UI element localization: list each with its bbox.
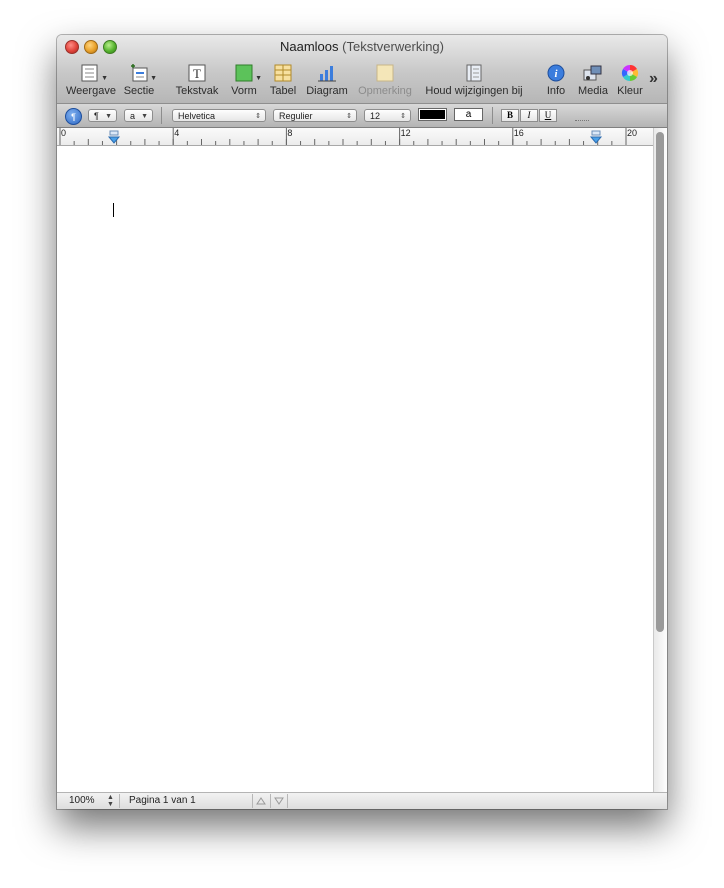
italic-label: I: [527, 110, 531, 120]
format-bar: ¶ ¶ ▼ a ▼ Helvetica ⇕ Regulier ⇕ 12 ⇕ a: [57, 104, 667, 128]
bold-label: B: [506, 110, 513, 120]
toolbar-media-button[interactable]: Media: [576, 64, 610, 97]
scrollbar-thumb[interactable]: [656, 132, 664, 632]
toolbar-section-button[interactable]: ▼ Sectie: [121, 64, 157, 97]
chart-icon: [317, 64, 337, 82]
font-style-popup[interactable]: Regulier ⇕: [273, 109, 357, 122]
toolbar-comment-label: Opmerking: [358, 85, 412, 97]
ruler[interactable]: 0 4 8 12 16 20: [57, 128, 653, 146]
font-style-value: Regulier: [279, 111, 313, 121]
media-icon: [583, 64, 603, 82]
italic-button[interactable]: I: [520, 109, 538, 122]
bold-button[interactable]: B: [501, 109, 519, 122]
toolbar-color-label: Kleur: [617, 85, 643, 97]
toolbar-section-label: Sectie: [123, 85, 155, 97]
status-separator: [119, 794, 120, 808]
font-size-value: 12: [370, 111, 381, 121]
ruler-label: 0: [61, 128, 66, 138]
ruler-label: 12: [401, 128, 411, 138]
zoom-level[interactable]: 100%: [69, 795, 95, 806]
color-wheel-icon: [620, 64, 640, 82]
format-separator: [161, 107, 162, 124]
toolbar-textbox-button[interactable]: T Tekstvak: [174, 64, 220, 97]
previous-page-button[interactable]: [252, 794, 269, 808]
triangle-down-icon: [274, 797, 284, 805]
toolbar-shape-label: Vorm: [231, 85, 257, 97]
title-bar: Naamloos (Tekstverwerking) ▼ Weergave ▼ …: [57, 35, 667, 104]
vertical-scrollbar[interactable]: [653, 128, 667, 792]
font-family-popup[interactable]: Helvetica ⇕: [172, 109, 266, 122]
right-indent-marker-handle[interactable]: [591, 130, 601, 136]
toolbar-media-label: Media: [578, 85, 608, 97]
toolbar-comment-button[interactable]: Opmerking: [357, 64, 413, 97]
highlight-color-well[interactable]: a: [454, 108, 483, 121]
ruler-label: 16: [514, 128, 524, 138]
popup-stepper-icon: ⇕: [346, 113, 352, 120]
table-icon: [273, 64, 293, 82]
font-size-popup[interactable]: 12 ⇕: [364, 109, 411, 122]
ruler-scale: 0 4 8 12 16 20: [59, 128, 637, 145]
popup-stepper-icon: ⇕: [255, 113, 261, 120]
underline-button[interactable]: U: [539, 109, 557, 122]
left-indent-marker[interactable]: [107, 136, 121, 144]
text-cursor: [113, 203, 114, 217]
page-count: Pagina 1 van 1: [129, 795, 196, 806]
comment-icon: [375, 64, 395, 82]
highlight-sample-text: a: [465, 109, 472, 120]
ruler-label: 4: [174, 128, 179, 138]
toolbar-color-button[interactable]: Kleur: [615, 64, 645, 97]
character-style-value: a: [130, 111, 136, 121]
text-color-well[interactable]: [418, 108, 447, 121]
svg-text:¶: ¶: [71, 112, 76, 122]
view-icon: ▼: [80, 64, 108, 82]
popup-arrow-icon: ▼: [141, 113, 148, 120]
document-canvas[interactable]: [57, 146, 653, 792]
paragraph-toggle-icon[interactable]: ¶: [65, 108, 82, 125]
font-family-value: Helvetica: [178, 111, 216, 121]
status-bar: 100% ▲ ▼ Pagina 1 van 1: [57, 792, 667, 809]
toolbar-view-label: Weergave: [66, 85, 116, 97]
left-indent-marker-handle[interactable]: [109, 130, 119, 136]
info-icon: i: [546, 64, 566, 82]
shape-icon: ▼: [234, 64, 262, 82]
textbox-icon: T: [187, 64, 207, 82]
right-indent-marker[interactable]: [589, 136, 603, 144]
svg-text:T: T: [193, 66, 201, 81]
toolbar-info-label: Info: [546, 85, 566, 97]
format-separator: [492, 107, 493, 124]
ruler-label: 20: [627, 128, 637, 138]
more-formatting-handle[interactable]: [575, 120, 589, 123]
text-color-swatch: [420, 110, 445, 119]
character-style-popup[interactable]: a ▼: [124, 109, 153, 122]
toolbar-track-changes-button[interactable]: Houd wijzigingen bij: [421, 64, 527, 97]
toolbar-shape-button[interactable]: ▼ Vorm: [228, 64, 262, 97]
toolbar-info-button[interactable]: i Info: [541, 64, 571, 97]
window-title: Naamloos (Tekstverwerking): [57, 39, 667, 54]
toolbar-table-label: Tabel: [269, 85, 297, 97]
document-name: Naamloos: [279, 39, 339, 54]
underline-label: U: [544, 110, 552, 120]
popup-stepper-icon: ⇕: [400, 113, 406, 120]
ruler-label: 8: [287, 128, 292, 138]
paragraph-style-popup[interactable]: ¶ ▼: [88, 109, 117, 122]
zoom-stepper-icon[interactable]: ▲ ▼: [107, 794, 114, 808]
popup-arrow-icon: ▼: [105, 113, 112, 120]
next-page-button[interactable]: [270, 794, 288, 808]
toolbar-overflow-icon[interactable]: »: [649, 70, 658, 88]
toolbar-textbox-label: Tekstvak: [175, 85, 219, 97]
app-window: Naamloos (Tekstverwerking) ▼ Weergave ▼ …: [57, 35, 667, 809]
track-changes-icon: [464, 64, 484, 82]
toolbar-chart-label: Diagram: [306, 85, 348, 97]
section-icon: ▼: [129, 64, 157, 82]
paragraph-style-value: ¶: [94, 111, 99, 121]
toolbar-track-changes-label: Houd wijzigingen bij: [425, 85, 523, 97]
app-name: (Tekstverwerking): [342, 39, 444, 54]
triangle-up-icon: [256, 797, 266, 805]
toolbar-chart-button[interactable]: Diagram: [305, 64, 349, 97]
toolbar-table-button[interactable]: Tabel: [268, 64, 298, 97]
toolbar-view-button[interactable]: ▼ Weergave: [66, 64, 116, 97]
